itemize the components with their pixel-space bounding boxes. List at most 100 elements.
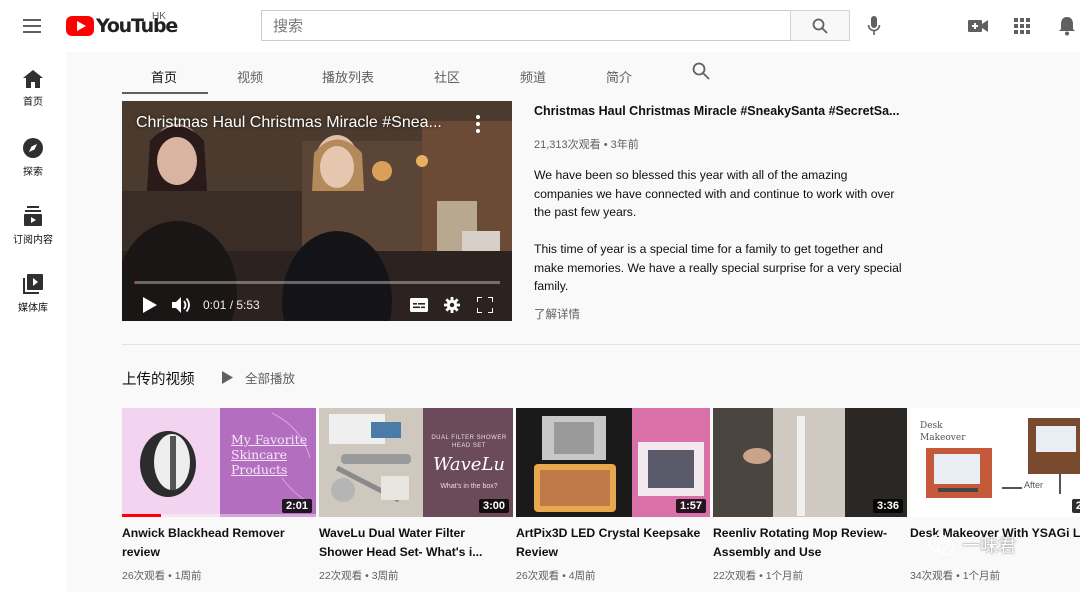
wechat-logo-icon: [928, 534, 955, 556]
featured-description-paragraph-1: We have been so blessed this year with a…: [534, 168, 895, 219]
create-video-icon: [968, 20, 988, 32]
create-video-button[interactable]: [965, 13, 991, 39]
top-bar: YouTube HK 搜索: [0, 0, 1080, 52]
video-title[interactable]: Reenliv Rotating Mop Review- Assembly an…: [713, 524, 901, 561]
apps-grid-icon: [1014, 18, 1030, 34]
tab-about[interactable]: 简介: [606, 67, 632, 86]
play-icon: [143, 297, 157, 313]
uploads-shelf-title[interactable]: 上传的视频: [122, 368, 195, 389]
video-progress-bar[interactable]: [134, 281, 500, 284]
sidebar: 首页 探索 订阅内容 媒体库: [0, 52, 66, 592]
sidebar-item-subscriptions[interactable]: 订阅内容: [0, 206, 66, 266]
sidebar-item-label: 首页: [23, 97, 43, 108]
video-thumbnail[interactable]: DUAL FILTER SHOWER HEAD SET WaveLu What'…: [319, 408, 513, 517]
video-title[interactable]: Anwick Blackhead Remover review: [122, 524, 310, 561]
search-placeholder: 搜索: [273, 18, 304, 35]
thumbnail-after-label: After: [1024, 480, 1044, 490]
featured-video-meta: 21,313次观看 • 3年前: [534, 139, 639, 151]
channel-search-button[interactable]: [692, 62, 712, 82]
mic-icon: [867, 16, 881, 35]
featured-video-title[interactable]: Christmas Haul Christmas Miracle #Sneaky…: [534, 104, 899, 118]
video-duration: 1:57: [675, 499, 706, 513]
search-icon: [812, 18, 828, 34]
video-title[interactable]: WaveLu Dual Water Filter Shower Head Set…: [319, 524, 507, 561]
play-all-button[interactable]: 全部播放: [222, 367, 295, 387]
player-title[interactable]: Christmas Haul Christmas Miracle #Snea..…: [136, 114, 442, 132]
sidebar-item-home[interactable]: 首页: [0, 70, 66, 130]
tab-playlists[interactable]: 播放列表: [322, 67, 374, 86]
play-icon: [222, 370, 233, 384]
video-meta: 26次观看 • 1周前: [122, 570, 202, 582]
featured-description-paragraph-2: This time of year is a special time for …: [534, 242, 902, 293]
channel-tabs: [66, 52, 1080, 96]
video-card[interactable]: DUAL FILTER SHOWER HEAD SET WaveLu What'…: [319, 408, 513, 592]
watermark: 一味君: [928, 528, 1048, 562]
library-icon: [23, 274, 43, 294]
youtube-play-logo-icon: [66, 16, 94, 36]
watched-progress-track: [122, 514, 316, 517]
watched-progress-fill: [122, 514, 161, 517]
gear-icon: [444, 297, 460, 313]
compass-icon: [23, 138, 43, 158]
video-title[interactable]: ArtPix3D LED Crystal Keepsake Review: [516, 524, 704, 561]
video-card[interactable]: My Favorite Skincare Products 2:01 Anwic…: [122, 408, 316, 592]
video-card[interactable]: 3:36 Reenliv Rotating Mop Review- Assemb…: [713, 408, 907, 592]
read-more-link[interactable]: 了解详情: [534, 306, 580, 322]
more-options-button[interactable]: [466, 114, 490, 134]
thumbnail-caption: Desk Makeover: [920, 421, 966, 443]
featured-video-player[interactable]: [122, 101, 512, 321]
video-thumbnail[interactable]: 3:36: [713, 408, 907, 517]
progress-fill: [134, 281, 136, 284]
settings-button[interactable]: [440, 293, 464, 317]
section-divider: [122, 344, 1080, 345]
sidebar-item-library[interactable]: 媒体库: [0, 274, 66, 334]
sidebar-item-label: 订阅内容: [13, 235, 53, 246]
tab-channels[interactable]: 频道: [520, 67, 546, 86]
search-icon: [692, 62, 710, 80]
more-vertical-icon: [476, 115, 480, 133]
video-meta: 34次观看 • 1个月前: [910, 570, 1001, 582]
tab-home[interactable]: 首页: [151, 67, 177, 86]
active-tab-indicator: [122, 92, 208, 94]
video-duration: 3:00: [478, 499, 509, 513]
voice-search-button[interactable]: [860, 12, 888, 40]
notifications-button[interactable]: [1054, 13, 1080, 39]
thumbnail-caption: WaveLu: [432, 454, 506, 475]
subtitles-icon: [410, 298, 428, 312]
tab-videos[interactable]: 视频: [237, 67, 263, 86]
menu-button[interactable]: [20, 14, 44, 38]
search-input[interactable]: 搜索: [261, 10, 791, 41]
subtitles-button[interactable]: [407, 293, 431, 317]
video-meta: 22次观看 • 1个月前: [713, 570, 804, 582]
video-meta: 26次观看 • 4周前: [516, 570, 596, 582]
video-duration: 2: [1071, 499, 1080, 513]
video-thumbnail[interactable]: Desk Makeover After 2: [910, 408, 1080, 517]
fullscreen-icon: [477, 297, 493, 313]
thumbnail-caption: My Favorite Skincare Products: [231, 432, 308, 477]
thumbnail-subcaption: What's in the box?: [440, 483, 498, 490]
video-thumbnail[interactable]: My Favorite Skincare Products 2:01: [122, 408, 316, 517]
volume-button[interactable]: [170, 293, 194, 317]
volume-icon: [172, 297, 190, 313]
notification-bell-icon: [1059, 17, 1075, 36]
video-frame-image: [122, 101, 512, 321]
video-time: 0:01 / 5:53: [203, 298, 260, 312]
menu-icon: [23, 19, 41, 33]
video-thumbnail[interactable]: 1:57: [516, 408, 710, 517]
play-button[interactable]: [138, 293, 162, 317]
play-all-label: 全部播放: [245, 371, 296, 386]
search-button[interactable]: [790, 10, 850, 41]
sidebar-item-label: 媒体库: [18, 303, 48, 314]
sidebar-item-explore[interactable]: 探索: [0, 138, 66, 198]
tab-community[interactable]: 社区: [434, 67, 460, 86]
video-card[interactable]: Desk Makeover After 2 Desk Makeover With…: [910, 408, 1080, 592]
video-duration: 3:36: [872, 499, 903, 513]
video-duration: 2:01: [281, 499, 312, 513]
fullscreen-button[interactable]: [473, 293, 497, 317]
subscriptions-icon: [24, 206, 42, 226]
home-icon: [23, 70, 43, 88]
video-card[interactable]: 1:57 ArtPix3D LED Crystal Keepsake Revie…: [516, 408, 710, 592]
apps-button[interactable]: [1009, 13, 1035, 39]
video-meta: 22次观看 • 3周前: [319, 570, 399, 582]
region-code: HK: [152, 11, 166, 22]
